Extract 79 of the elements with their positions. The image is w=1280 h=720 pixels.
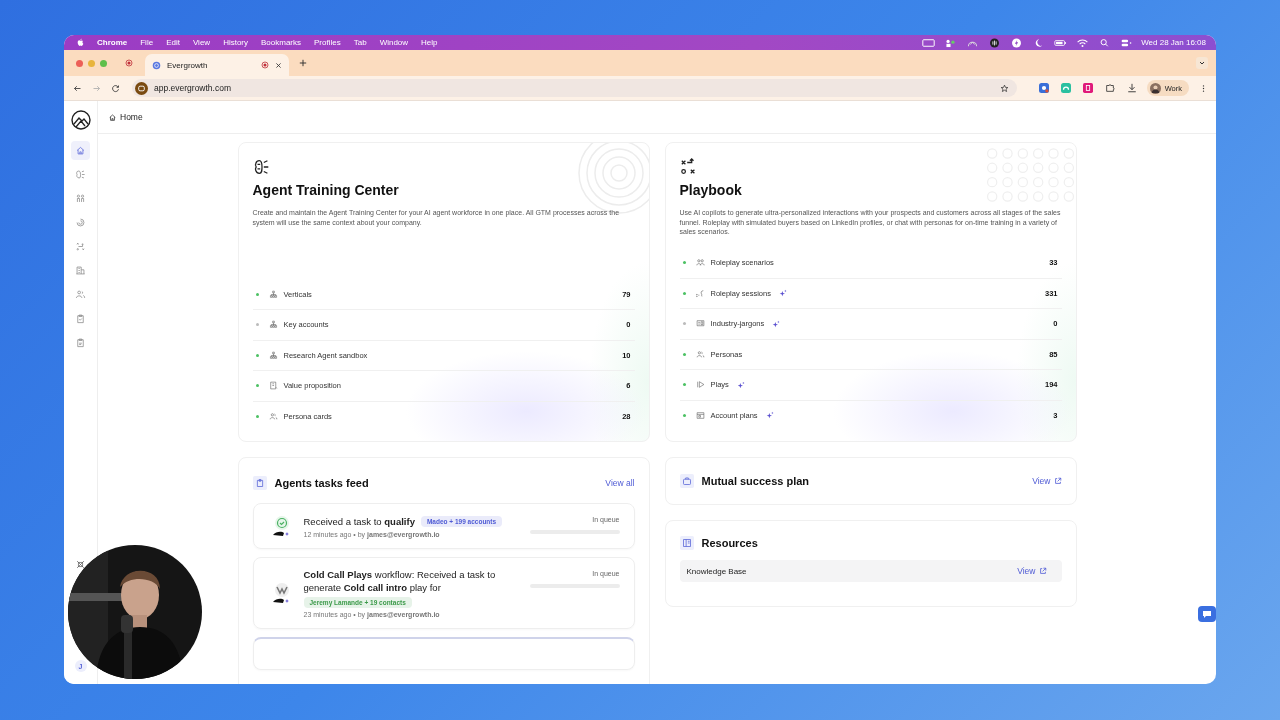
task-text: Cold Call Plays workflow: Received a task to generate Cold call intro play for bbox=[303, 568, 497, 594]
puzzle-icon[interactable] bbox=[1104, 83, 1115, 93]
apple-icon[interactable] bbox=[76, 38, 85, 47]
calendar-icon bbox=[695, 410, 705, 420]
task-text: Received a task to qualify bbox=[303, 514, 415, 528]
sidebar-item[interactable] bbox=[71, 141, 90, 160]
home-icon bbox=[75, 145, 86, 156]
reload-icon[interactable] bbox=[111, 83, 120, 93]
hierarchy-icon bbox=[268, 289, 278, 299]
battery-icon[interactable] bbox=[1054, 37, 1068, 48]
briefcase-icon bbox=[679, 474, 694, 488]
menu-item[interactable]: Help bbox=[421, 38, 438, 47]
document-icon bbox=[268, 381, 278, 391]
card-title: Mutual success plan bbox=[701, 475, 810, 487]
brain-icon bbox=[252, 158, 271, 176]
download-icon[interactable] bbox=[1126, 83, 1137, 93]
menu-item[interactable]: Profiles bbox=[314, 38, 341, 47]
record-icon[interactable] bbox=[125, 59, 133, 67]
nodes-icon[interactable] bbox=[75, 559, 86, 570]
menu-item[interactable]: Window bbox=[379, 38, 409, 47]
play-icon bbox=[695, 380, 705, 390]
card-title: Agent Training Center bbox=[252, 182, 400, 198]
view-link[interactable]: View bbox=[1032, 476, 1062, 486]
chevron-down-icon[interactable] bbox=[1196, 57, 1208, 69]
extension-icon[interactable] bbox=[1082, 83, 1093, 93]
people-icon bbox=[75, 193, 86, 204]
avatar-icon bbox=[1149, 82, 1161, 94]
hierarchy-icon bbox=[268, 320, 278, 330]
users-icon bbox=[695, 349, 705, 359]
menu-item[interactable]: History bbox=[223, 38, 248, 47]
audio-icon[interactable] bbox=[988, 37, 1002, 48]
globe-icon bbox=[152, 60, 161, 70]
menu-bar-clock[interactable]: Wed 28 Jan 16:08 bbox=[1141, 38, 1206, 47]
resource-label: Knowledge Base bbox=[686, 566, 747, 576]
users-icon bbox=[75, 289, 86, 300]
play-diagram-icon bbox=[679, 158, 698, 176]
home-icon bbox=[108, 112, 117, 122]
building-icon bbox=[75, 265, 86, 276]
brain-icon bbox=[75, 169, 86, 180]
hierarchy-icon bbox=[268, 350, 278, 360]
menu-item[interactable]: Edit bbox=[166, 38, 180, 47]
menu-item[interactable]: File bbox=[140, 38, 154, 47]
external-link-icon bbox=[1038, 567, 1047, 575]
menu-item[interactable]: Bookmarks bbox=[261, 38, 302, 47]
close-icon[interactable] bbox=[275, 61, 282, 69]
feed-title: Agents tasks feed bbox=[274, 477, 369, 489]
extension-icon[interactable] bbox=[1038, 83, 1049, 93]
bolt-icon[interactable] bbox=[1010, 37, 1024, 48]
view-link[interactable]: View bbox=[1017, 566, 1047, 576]
book-icon bbox=[679, 536, 694, 550]
clipboard-icon bbox=[252, 476, 267, 490]
clipboard-icon bbox=[75, 313, 86, 324]
back-icon[interactable] bbox=[73, 83, 82, 93]
play-diagram-icon bbox=[75, 241, 86, 252]
card-title: Resources bbox=[701, 537, 758, 549]
users-icon bbox=[268, 411, 278, 421]
wifi-icon[interactable] bbox=[1076, 37, 1090, 48]
clipboard-icon bbox=[75, 337, 86, 348]
view-all-link[interactable]: View all bbox=[605, 478, 635, 488]
menu-item[interactable]: Tab bbox=[353, 38, 367, 47]
app-menu[interactable]: Chrome bbox=[97, 38, 128, 47]
breadcrumb[interactable]: Home bbox=[120, 112, 143, 122]
screen-icon bbox=[695, 319, 705, 329]
star-icon[interactable] bbox=[999, 83, 1009, 93]
new-tab-icon[interactable] bbox=[299, 59, 307, 67]
mountain-logo-icon[interactable] bbox=[70, 110, 91, 130]
address-field[interactable]: app.evergrowth.com bbox=[132, 79, 1017, 97]
browser-tab[interactable]: Evergrowth bbox=[145, 54, 289, 76]
users-icon bbox=[695, 258, 705, 268]
site-icon bbox=[135, 81, 148, 95]
menu-item[interactable]: View bbox=[192, 38, 211, 47]
close-button[interactable] bbox=[76, 59, 83, 67]
card-title: Playbook bbox=[679, 182, 743, 198]
record-icon bbox=[261, 61, 269, 69]
control-center-icon[interactable] bbox=[1120, 37, 1134, 48]
spiral-icon bbox=[75, 217, 86, 228]
chat-button[interactable] bbox=[1198, 606, 1216, 622]
external-link-icon bbox=[1053, 477, 1062, 485]
screen-icon[interactable] bbox=[922, 37, 936, 48]
